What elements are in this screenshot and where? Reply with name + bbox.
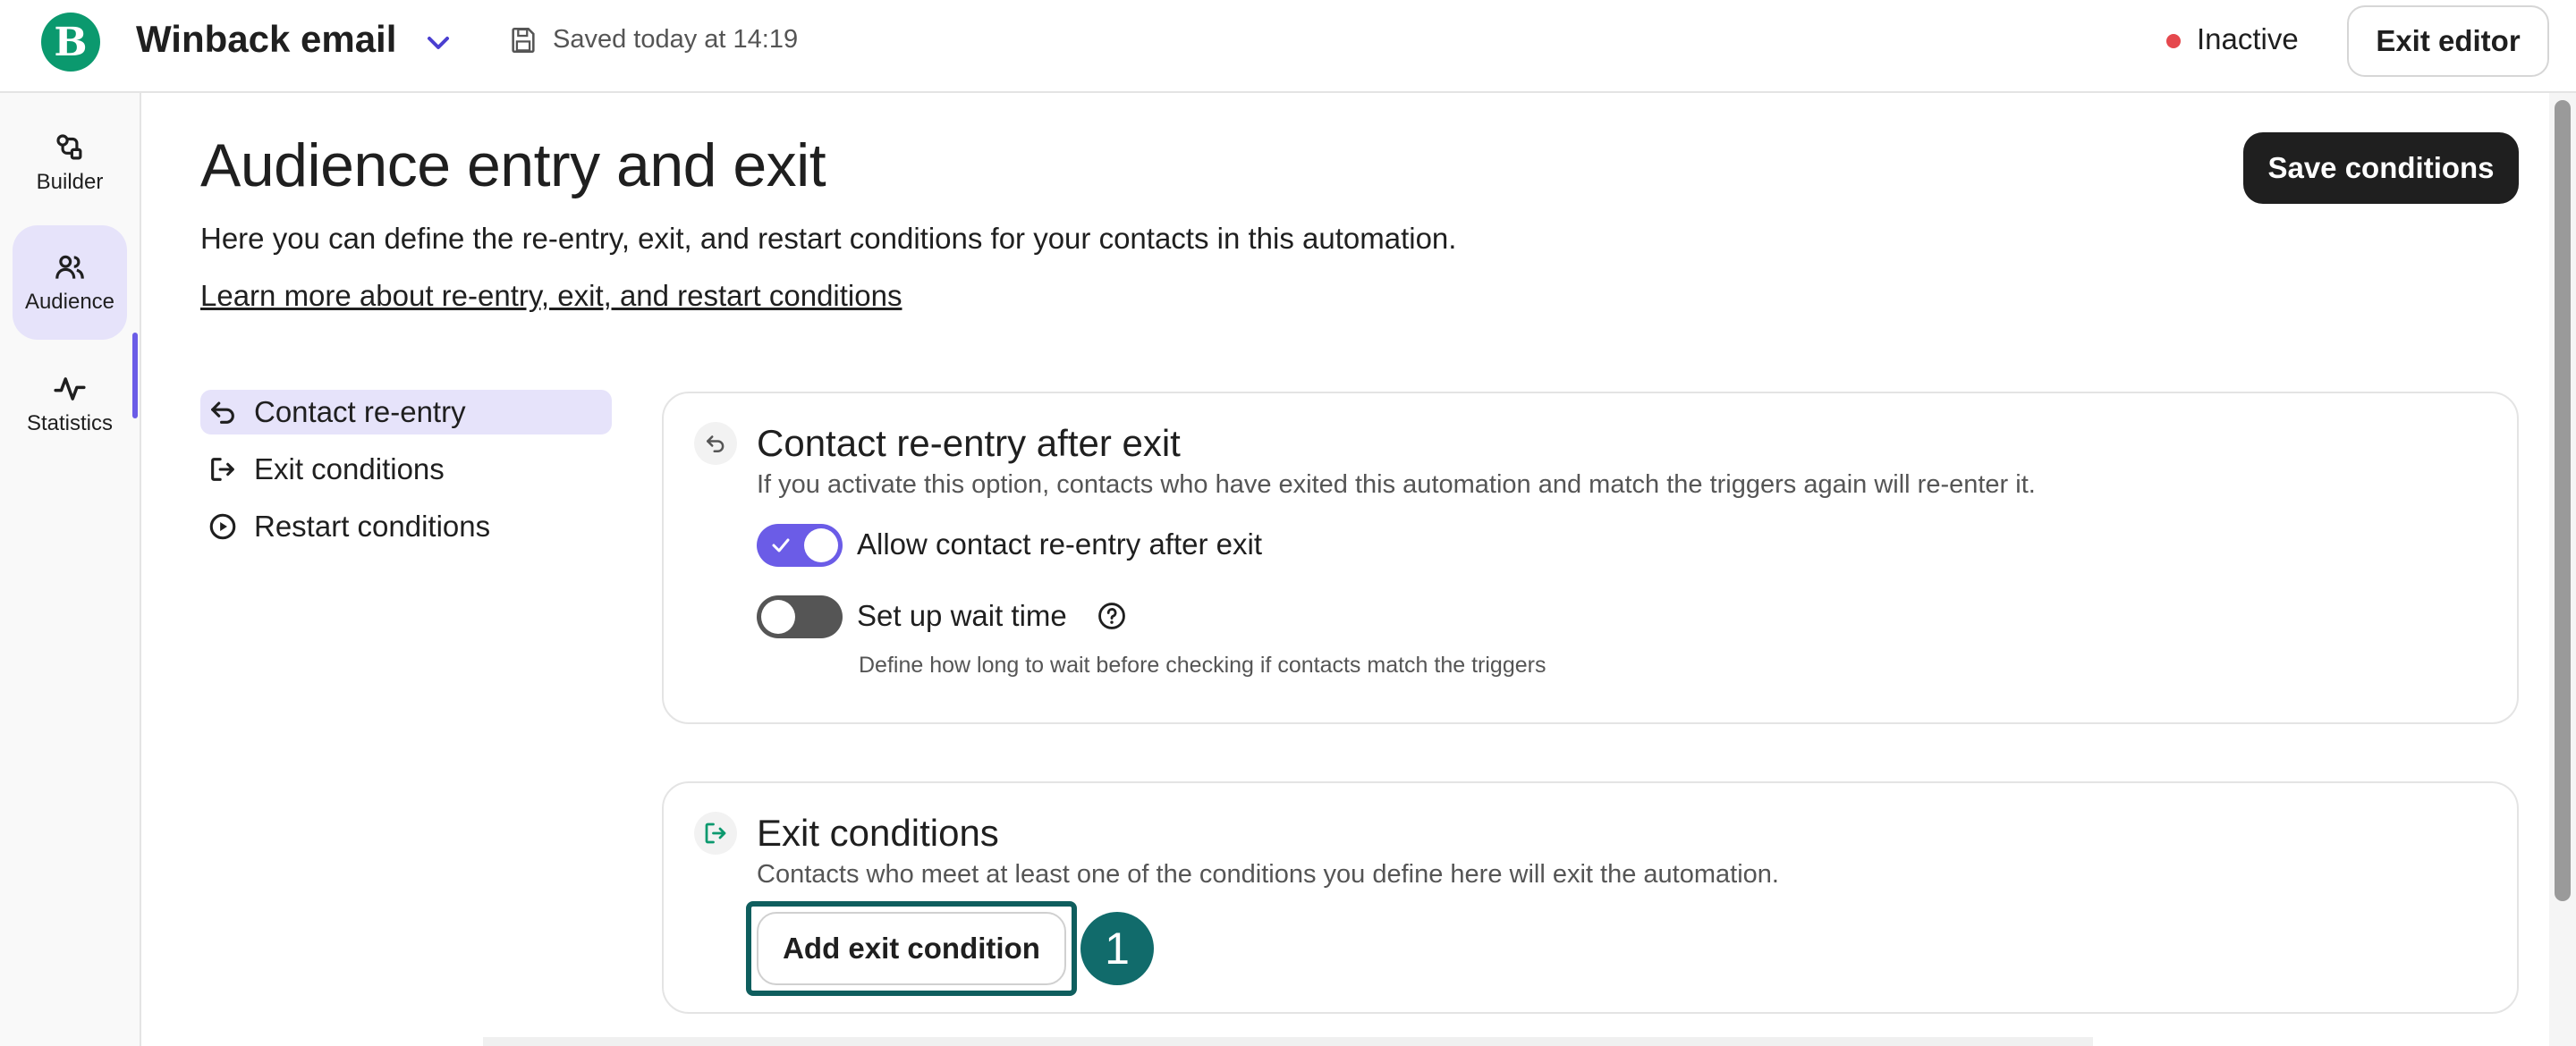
sidebar-item-label: Audience	[24, 290, 115, 314]
scroll-shadow	[483, 1037, 2093, 1046]
toggle-knob	[804, 528, 838, 562]
sidebar-item-label: Statistics	[26, 411, 114, 435]
section-nav-label: Restart conditions	[254, 510, 491, 543]
status-badge: Inactive	[2197, 22, 2299, 55]
reentry-description: If you activate this option, contacts wh…	[757, 470, 2036, 499]
sidebar-item-audience[interactable]: Audience	[13, 225, 127, 340]
sidebar-item-label: Builder	[36, 170, 104, 194]
allow-reentry-toggle[interactable]	[757, 524, 843, 567]
wait-time-hint: Define how long to wait before checking …	[859, 653, 1546, 678]
statistics-icon	[54, 377, 86, 401]
brevo-logo[interactable]: B	[41, 13, 100, 72]
save-icon	[512, 27, 535, 54]
section-nav-contact-reentry[interactable]: Contact re-entry	[200, 390, 612, 434]
section-nav-label: Contact re-entry	[254, 395, 466, 428]
chevron-down-icon[interactable]	[420, 25, 456, 61]
left-rail: Builder Audience Statistics	[0, 93, 141, 1046]
scrollbar-thumb[interactable]	[2555, 100, 2571, 901]
exit-icon	[694, 812, 737, 855]
exit-conditions-title: Exit conditions	[757, 812, 999, 854]
exit-editor-button[interactable]: Exit editor	[2347, 5, 2549, 77]
wait-time-label: Set up wait time	[857, 599, 1067, 632]
undo-arrow-icon	[694, 422, 737, 465]
exit-icon	[211, 458, 234, 481]
section-nav-restart-conditions[interactable]: Restart conditions	[200, 504, 612, 549]
toggle-knob	[761, 600, 795, 634]
audience-icon	[55, 255, 84, 279]
section-nav-exit-conditions[interactable]: Exit conditions	[200, 447, 612, 492]
section-nav-label: Exit conditions	[254, 452, 445, 485]
undo-arrow-icon	[211, 401, 234, 424]
check-icon	[772, 538, 790, 553]
wait-time-toggle[interactable]	[757, 595, 843, 638]
play-circle-icon	[209, 513, 236, 540]
top-header: B Winback email Saved today at 14:19 Ina…	[0, 0, 2576, 93]
saved-status: Saved today at 14:19	[553, 25, 799, 54]
page-description: Here you can define the re-entry, exit, …	[200, 222, 1457, 255]
reentry-title: Contact re-entry after exit	[757, 422, 1181, 464]
learn-more-link[interactable]: Learn more about re-entry, exit, and res…	[200, 279, 902, 313]
page-title: Audience entry and exit	[200, 131, 826, 199]
save-conditions-button[interactable]: Save conditions	[2243, 132, 2519, 204]
status-dot-icon	[2166, 34, 2181, 48]
add-exit-condition-button[interactable]: Add exit condition	[757, 912, 1066, 985]
step-badge: 1	[1080, 912, 1154, 985]
builder-icon	[56, 134, 82, 160]
exit-conditions-description: Contacts who meet at least one of the co…	[757, 860, 1779, 889]
allow-reentry-label: Allow contact re-entry after exit	[857, 527, 1263, 561]
help-icon[interactable]	[1097, 601, 1127, 631]
reentry-card: Contact re-entry after exit If you activ…	[662, 392, 2519, 724]
automation-title[interactable]: Winback email	[136, 18, 396, 61]
sidebar-item-builder[interactable]: Builder	[13, 105, 127, 220]
sidebar-item-statistics[interactable]: Statistics	[13, 347, 127, 461]
active-indicator	[132, 333, 138, 418]
